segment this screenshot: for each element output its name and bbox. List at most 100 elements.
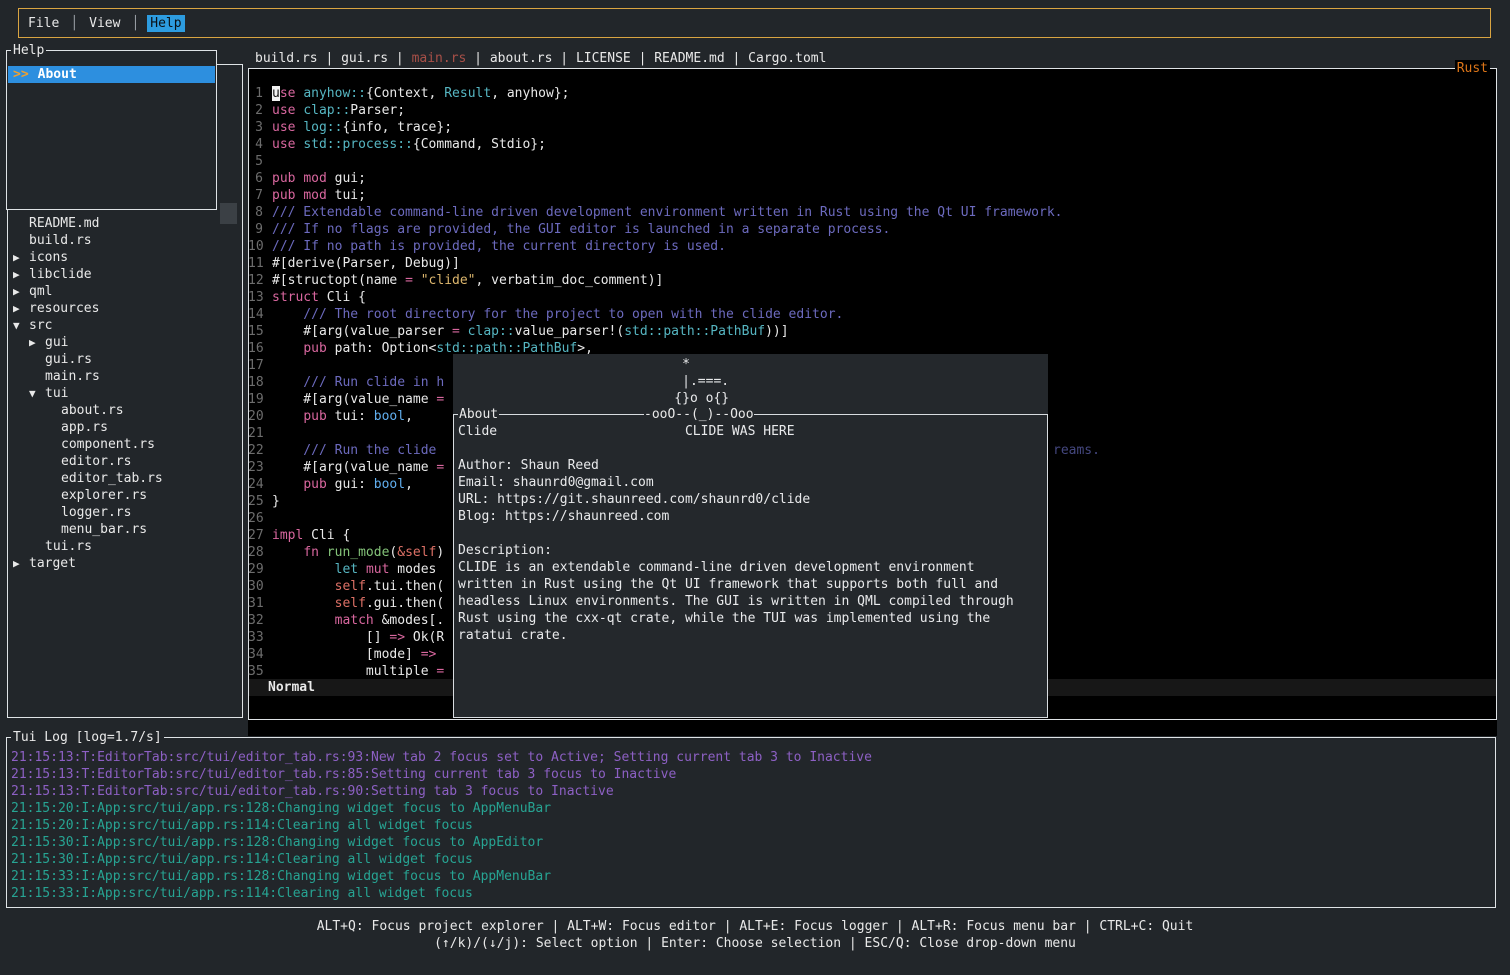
line-number: 23 — [248, 459, 263, 476]
code-token: Cli { — [303, 528, 350, 543]
explorer-item-editor-rs[interactable]: editor.rs — [8, 453, 242, 470]
code-token: = — [405, 273, 413, 288]
tab-cargo-toml[interactable]: Cargo.toml — [748, 51, 826, 66]
code-token: mod — [303, 188, 326, 203]
explorer-item-menu-bar-rs[interactable]: menu_bar.rs — [8, 521, 242, 538]
chevron-down-icon: ▼ — [13, 317, 29, 334]
menu-item-help[interactable]: Help — [147, 15, 184, 32]
line-number: 17 — [248, 357, 263, 374]
tab-separator: | — [725, 51, 748, 66]
explorer-item-build-rs[interactable]: build.rs — [8, 232, 242, 249]
code-token: run_mode — [327, 545, 390, 560]
code-line-9[interactable]: 9/// If no flags are provided, the GUI e… — [248, 221, 1063, 238]
explorer-item-main-rs[interactable]: main.rs — [8, 368, 242, 385]
explorer-item-gui[interactable]: ▶gui — [8, 334, 242, 351]
code-line-12[interactable]: 12#[structopt(name = "clide", verbatim_d… — [248, 272, 1063, 289]
tab-readme-md[interactable]: README.md — [654, 51, 724, 66]
line-number: 31 — [248, 595, 263, 612]
code-line-13[interactable]: 13struct Cli { — [248, 289, 1063, 306]
code-token: {Command, Stdio}; — [413, 137, 546, 152]
tab-license[interactable]: LICENSE — [576, 51, 631, 66]
code-line-6[interactable]: 6pub mod gui; — [248, 170, 1063, 187]
explorer-item-label: logger.rs — [61, 505, 131, 520]
code-line-10[interactable]: 10/// If no path is provided, the curren… — [248, 238, 1063, 255]
line-number: 16 — [248, 340, 263, 357]
explorer-item-src[interactable]: ▼src — [8, 317, 242, 334]
code-token: bool — [374, 409, 405, 424]
code-token: value_parser!( — [515, 324, 625, 339]
explorer-item-libclide[interactable]: ▶libclide — [8, 266, 242, 283]
code-line-7[interactable]: 7pub mod tui; — [248, 187, 1063, 204]
log-panel[interactable]: Tui Log [log=1.7/s] 21:15:13:T:EditorTab… — [6, 737, 1496, 908]
code-line-4[interactable]: 4use std::process::{Command, Stdio}; — [248, 136, 1063, 153]
explorer-item-label: editor_tab.rs — [61, 471, 163, 486]
code-token: self — [335, 579, 366, 594]
explorer-item-tui[interactable]: ▼tui — [8, 385, 242, 402]
code-line-3[interactable]: 3use log::{info, trace}; — [248, 119, 1063, 136]
explorer-item-editor-tab-rs[interactable]: editor_tab.rs — [8, 470, 242, 487]
line-number: 25 — [248, 493, 263, 510]
tab-gui-rs[interactable]: gui.rs — [341, 51, 388, 66]
code-token: mod — [303, 171, 326, 186]
line-number: 35 — [248, 663, 263, 680]
explorer-item-label: gui — [45, 335, 68, 350]
code-token: struct — [272, 290, 319, 305]
code-token — [460, 324, 468, 339]
menu-item-file[interactable]: File — [25, 15, 62, 32]
help-menu-item-about[interactable]: >>About — [8, 66, 215, 83]
line-number: 1 — [248, 85, 263, 102]
line-number: 32 — [248, 612, 263, 629]
explorer-item-resources[interactable]: ▶resources — [8, 300, 242, 317]
explorer-item-tui-rs[interactable]: tui.rs — [8, 538, 242, 555]
explorer-item-readme-md[interactable]: README.md — [8, 215, 242, 232]
code-token: pub — [303, 477, 326, 492]
code-token: /// Extendable command-line driven devel… — [272, 205, 1063, 220]
code-token: #[derive(Parser, Debug)] — [272, 256, 460, 271]
explorer-scrollbar-thumb[interactable] — [220, 203, 237, 224]
tab-separator: | — [552, 51, 575, 66]
explorer-tree: README.mdbuild.rs▶icons▶libclide▶qml▶res… — [8, 215, 242, 572]
code-line-11[interactable]: 11#[derive(Parser, Debug)] — [248, 255, 1063, 272]
menu-item-view[interactable]: View — [86, 15, 123, 32]
log-entry: 21:15:13:T:EditorTab:src/tui/editor_tab.… — [11, 749, 1493, 766]
line-number: 9 — [248, 221, 263, 238]
explorer-item-about-rs[interactable]: about.rs — [8, 402, 242, 419]
menu-separator: │ — [70, 15, 78, 32]
code-token: std::process:: — [303, 137, 413, 152]
tab-about-rs[interactable]: about.rs — [490, 51, 553, 66]
tab-build-rs[interactable]: build.rs — [255, 51, 318, 66]
explorer-item-explorer-rs[interactable]: explorer.rs — [8, 487, 242, 504]
code-token — [272, 545, 303, 560]
code-line-14[interactable]: 14 /// The root directory for the projec… — [248, 306, 1063, 323]
code-token: => — [389, 630, 405, 645]
line-number: 10 — [248, 238, 263, 255]
code-token: pub — [272, 171, 295, 186]
tab-separator: | — [631, 51, 654, 66]
code-token: [mode] — [272, 647, 421, 662]
explorer-item-icons[interactable]: ▶icons — [8, 249, 242, 266]
code-line-1[interactable]: 1use anyhow::{Context, Result, anyhow}; — [248, 85, 1063, 102]
explorer-item-qml[interactable]: ▶qml — [8, 283, 242, 300]
code-token: Parser; — [350, 103, 405, 118]
explorer-item-logger-rs[interactable]: logger.rs — [8, 504, 242, 521]
code-line-15[interactable]: 15 #[arg(value_parser = clap::value_pars… — [248, 323, 1063, 340]
code-line-5[interactable]: 5 — [248, 153, 1063, 170]
chevron-down-icon: ▼ — [29, 385, 45, 402]
line-number: 22 — [248, 442, 263, 459]
shortcut-line-2: (↑/k)/(↓/j): Select option | Enter: Choo… — [0, 935, 1510, 952]
line-number: 5 — [248, 153, 263, 170]
editor-tabs: build.rs | gui.rs | main.rs | about.rs |… — [255, 50, 826, 67]
kilroy-ascii-art: * |.===. {}o o{} — [643, 356, 729, 407]
explorer-item-target[interactable]: ▶target — [8, 555, 242, 572]
explorer-item-label: src — [29, 318, 52, 333]
line-number: 2 — [248, 102, 263, 119]
code-line-8[interactable]: 8/// Extendable command-line driven deve… — [248, 204, 1063, 221]
line-number: 27 — [248, 527, 263, 544]
explorer-item-gui-rs[interactable]: gui.rs — [8, 351, 242, 368]
explorer-item-component-rs[interactable]: component.rs — [8, 436, 242, 453]
code-token — [272, 596, 335, 611]
explorer-item-label: build.rs — [29, 233, 92, 248]
code-line-2[interactable]: 2use clap::Parser; — [248, 102, 1063, 119]
explorer-item-app-rs[interactable]: app.rs — [8, 419, 242, 436]
tab-main-rs[interactable]: main.rs — [412, 51, 467, 66]
